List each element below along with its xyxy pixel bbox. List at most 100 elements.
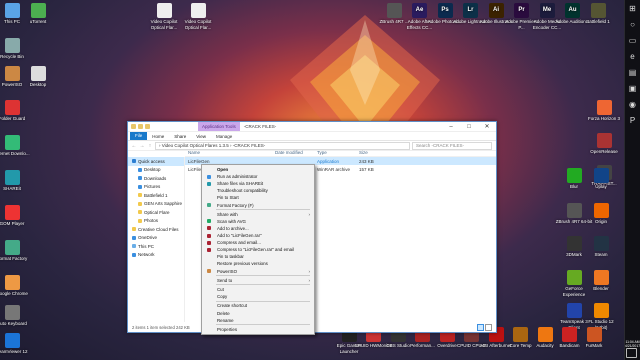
desktop-icon[interactable]: Forza Horizon 3 [585,100,623,122]
up-icon[interactable]: ↑ [147,143,153,149]
nav-item[interactable]: Network [128,251,184,260]
edge-icon[interactable]: e [625,48,640,64]
tab-home[interactable]: Home [147,134,169,139]
context-menu-item[interactable]: Rename [202,317,314,324]
desktop-icon[interactable]: OpenRelease [585,133,623,155]
notification-icon[interactable] [626,348,637,358]
menu-item-label: PowerISO [217,268,238,274]
folder-icon [138,193,142,198]
context-menu-item[interactable]: Copy [202,293,314,300]
desktop-icon[interactable]: TeamViewer 12 [0,333,31,355]
desktop-icon[interactable]: Video Copilot Optical Flar... [179,3,217,30]
folder-icon[interactable] [145,124,150,129]
desktop-icon[interactable]: Format Factory [0,240,31,262]
column-name[interactable]: Name [185,150,275,155]
blur-icon [566,168,582,183]
context-menu-item[interactable]: PowerISO › [202,268,314,275]
explorer-icon[interactable]: ▤ [625,64,640,80]
desktop-icon[interactable]: Battlefield 1 [579,3,617,25]
context-menu-item[interactable]: Format Factory (F) [202,201,314,208]
maximize-button[interactable]: □ [460,122,478,131]
status-text: 2 items 1 item selected 242 KB [132,325,190,330]
desktop-icon[interactable]: Folder Guard [0,100,31,122]
nav-item[interactable]: OneDrive [128,234,184,243]
tab-view[interactable]: View [191,134,211,139]
desktop-icon[interactable]: Steam [582,236,620,258]
tab-share[interactable]: Share [169,134,191,139]
desktop-icon[interactable]: Recycle Bin [0,38,31,60]
nav-item[interactable]: GEN Arts Sapphire [128,200,184,209]
context-menu-item[interactable]: Scan with AVG [202,218,314,225]
context-menu-item[interactable]: Pin to Start [202,194,314,201]
keyboard-icon [4,305,20,320]
context-menu-item[interactable]: Create shortcut [202,302,314,309]
context-menu-item[interactable]: Delete [202,310,314,317]
nav-item[interactable]: Photos [128,217,184,226]
column-date-modified[interactable]: Date modified [275,150,317,155]
menu-item-label: Restore previous versions [217,261,268,267]
nav-item[interactable]: Pictures [128,183,184,192]
context-menu-item[interactable]: Send to › [202,277,314,284]
cortana-icon[interactable]: ○ [625,16,640,32]
context-menu-item[interactable]: Run as administrator [202,173,314,180]
column-type[interactable]: Type [317,150,359,155]
forward-icon[interactable]: → [139,143,145,149]
nav-item[interactable]: Optical Flare [128,208,184,217]
task-view-icon[interactable]: ▭ [625,32,640,48]
desktop-icon[interactable]: FL Studio 12 (64bit) [582,303,620,330]
photoshop-icon[interactable]: P [625,112,640,128]
desktop-icon[interactable]: Video Copilot Optical Flar... [145,3,183,30]
context-menu-item[interactable]: Troubleshoot compatibility [202,187,314,194]
desktop-icon[interactable]: Uplay [582,168,620,190]
desktop-icon[interactable]: Internet Downlo... [0,135,31,157]
desktop-icon[interactable]: Origin [582,203,620,225]
computer-icon [4,3,20,18]
large-icons-view-icon[interactable] [485,324,492,331]
details-view-icon[interactable] [477,324,484,331]
context-menu-item[interactable]: Compress and email... [202,239,314,246]
desktop-icon[interactable]: Auto Keyboard [0,305,31,327]
desktop-icon[interactable]: SHAREit [0,170,31,192]
nav-item[interactable]: Creative Cloud Files [128,225,184,234]
context-menu-item[interactable]: Compress to "LicFileGen.rar" and email [202,246,314,253]
store-icon[interactable]: ▣ [625,80,640,96]
minimize-button[interactable]: – [442,122,460,131]
navigation-pane: Quick access Desktop Downloads Pictures Batt… [128,157,185,322]
windows-icon[interactable]: ⊞ [625,0,640,16]
context-menu-item[interactable]: Add to "LicFileGen.rar" [202,232,314,239]
new-folder-icon[interactable] [138,124,143,129]
zbrush-icon [386,3,402,18]
nav-item[interactable]: This PC [128,242,184,251]
window-controls: – □ ✕ [442,122,496,131]
context-menu-item[interactable]: Add to archive... [202,225,314,232]
application-tools-tab[interactable]: Application Tools [198,122,240,131]
close-button[interactable]: ✕ [478,122,496,131]
chrome-icon[interactable]: ◉ [625,96,640,112]
nav-item[interactable]: Downloads [128,174,184,183]
nav-item[interactable]: Desktop [128,166,184,175]
tab-manage[interactable]: Manage [211,134,237,139]
nav-item-label: Quick access [138,158,165,164]
context-menu-item[interactable]: Share with › [202,211,314,218]
context-menu-item[interactable]: Cut [202,286,314,293]
context-menu-item[interactable]: Restore previous versions [202,260,314,267]
context-menu-item[interactable]: Share files via SHAREit [202,180,314,187]
desktop-icon[interactable]: Blender [582,270,620,292]
desktop-icon[interactable]: Google Chrome [0,275,31,297]
column-size[interactable]: Size [359,150,387,155]
nav-item[interactable]: Quick access [128,157,184,166]
tab-file[interactable]: File [130,132,148,140]
context-menu-item[interactable]: Properties [202,326,314,333]
desktop-icon[interactable]: Desktop [19,66,57,88]
context-menu-item[interactable]: Open [202,166,314,173]
nav-item[interactable]: Battlefield 1 [128,191,184,200]
desktop-icon-label: SHAREit [3,186,21,191]
properties-icon[interactable] [131,124,136,129]
back-icon[interactable]: ← [131,143,137,149]
context-menu-item[interactable]: Pin to taskbar [202,253,314,260]
taskbar-clock[interactable]: 11:04 AM 4/21/2017 [625,340,640,348]
desktop-icon[interactable]: uTorrent [19,3,57,25]
desktop-icon[interactable]: GOM Player [0,205,31,227]
nav-item-label: Battlefield 1 [144,192,168,198]
desktop-icon[interactable]: FurMark [575,327,613,349]
